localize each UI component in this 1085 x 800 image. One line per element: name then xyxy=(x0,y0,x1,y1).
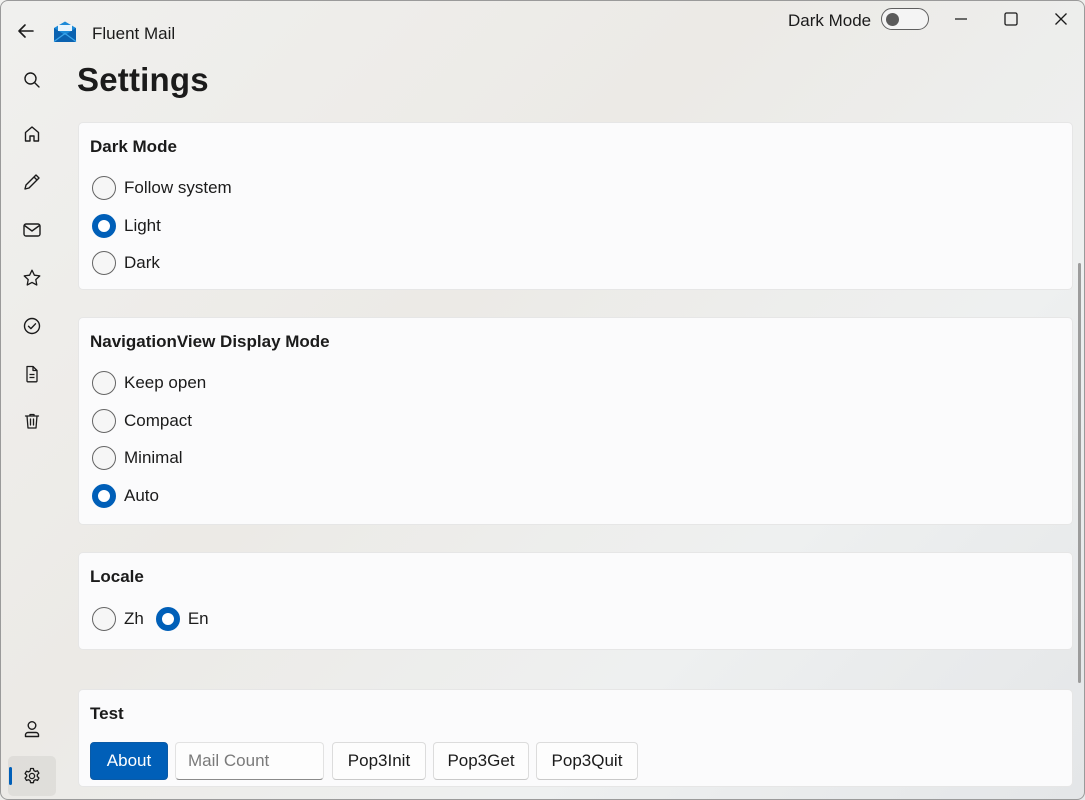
document-icon xyxy=(26,365,38,383)
maximize-button[interactable] xyxy=(987,1,1035,37)
app-mail-icon xyxy=(53,21,77,42)
radio-label: Follow system xyxy=(124,178,232,197)
radio-label: Keep open xyxy=(124,373,207,392)
radio-circle xyxy=(92,409,116,433)
nav-compose[interactable] xyxy=(8,162,56,202)
toggle-knob xyxy=(886,12,899,26)
radio-circle-selected xyxy=(92,214,116,238)
radio-circle-selected xyxy=(155,607,180,631)
radio-follow-system[interactable]: Follow system xyxy=(92,174,232,202)
nav-starred[interactable] xyxy=(8,258,56,298)
close-button[interactable] xyxy=(1037,1,1084,37)
dark-mode-toggle[interactable] xyxy=(881,8,929,30)
locale-title: Locale xyxy=(90,567,144,586)
radio-label: Compact xyxy=(124,411,193,430)
pop3init-button[interactable]: Pop3Init xyxy=(332,742,426,780)
vertical-scrollbar[interactable] xyxy=(1078,263,1081,683)
close-icon xyxy=(1055,13,1067,25)
gear-icon xyxy=(24,767,40,784)
nav-display-mode-title: NavigationView Display Mode xyxy=(90,332,330,351)
nav-done[interactable] xyxy=(8,306,56,346)
radio-circle xyxy=(92,607,116,631)
pop3get-button[interactable]: Pop3Get xyxy=(433,742,529,780)
radio-keep-open[interactable]: Keep open xyxy=(92,369,206,397)
pencil-icon xyxy=(24,174,40,190)
search-icon xyxy=(24,72,40,88)
back-arrow-icon xyxy=(18,24,34,38)
radio-label: Auto xyxy=(124,486,159,505)
nav-drafts[interactable] xyxy=(8,354,56,394)
radio-light[interactable]: Light xyxy=(92,212,161,240)
locale-card: Locale Zh En xyxy=(78,552,1073,650)
app-title: Fluent Mail xyxy=(92,24,176,43)
minimize-icon xyxy=(955,18,967,20)
radio-zh[interactable]: Zh xyxy=(92,607,144,631)
app-window: Fluent Mail Dark Mode Settings Dark Mode… xyxy=(0,0,1085,800)
mail-count-input[interactable] xyxy=(175,742,324,780)
radio-circle xyxy=(92,176,116,200)
dark-mode-card: Dark Mode Follow system Light Dark xyxy=(78,122,1073,290)
radio-minimal[interactable]: Minimal xyxy=(92,444,183,472)
radio-auto[interactable]: Auto xyxy=(92,482,159,510)
nav-mail[interactable] xyxy=(8,210,56,250)
mail-icon xyxy=(23,223,41,237)
radio-circle xyxy=(92,371,116,395)
nav-display-mode-card: NavigationView Display Mode Keep open Co… xyxy=(78,317,1073,525)
page-title: Settings xyxy=(77,61,209,98)
nav-account[interactable] xyxy=(8,709,56,749)
nav-settings[interactable] xyxy=(8,756,56,796)
about-button[interactable]: About xyxy=(90,742,168,780)
check-circle-icon xyxy=(23,317,41,335)
nav-trash[interactable] xyxy=(8,401,56,441)
dark-mode-title: Dark Mode xyxy=(90,137,177,156)
trash-icon xyxy=(24,413,40,429)
person-icon xyxy=(24,721,40,738)
radio-label: En xyxy=(187,609,209,628)
nav-home[interactable] xyxy=(8,114,56,154)
radio-label: Dark xyxy=(124,253,160,272)
radio-circle xyxy=(92,251,116,275)
test-title: Test xyxy=(90,704,124,723)
radio-en[interactable]: En xyxy=(155,607,209,631)
radio-circle-selected xyxy=(92,484,116,508)
maximize-icon xyxy=(1004,12,1018,26)
star-icon xyxy=(23,269,41,286)
test-card: Test About Pop3Init Pop3Get Pop3Quit xyxy=(78,689,1073,787)
locale-radio-group: Zh En xyxy=(92,605,221,633)
radio-dark[interactable]: Dark xyxy=(92,249,160,277)
nav-search[interactable] xyxy=(8,60,56,100)
home-icon xyxy=(24,126,40,142)
pop3quit-button[interactable]: Pop3Quit xyxy=(536,742,638,780)
radio-label: Zh xyxy=(124,609,144,628)
radio-circle xyxy=(92,446,116,470)
back-button[interactable] xyxy=(13,18,39,44)
radio-label: Minimal xyxy=(124,448,183,467)
selection-indicator xyxy=(9,767,12,785)
minimize-button[interactable] xyxy=(937,1,985,37)
radio-compact[interactable]: Compact xyxy=(92,407,192,435)
dark-mode-toggle-label: Dark Mode xyxy=(788,11,872,30)
radio-label: Light xyxy=(124,216,161,235)
title-bar: Fluent Mail Dark Mode xyxy=(1,1,1084,61)
